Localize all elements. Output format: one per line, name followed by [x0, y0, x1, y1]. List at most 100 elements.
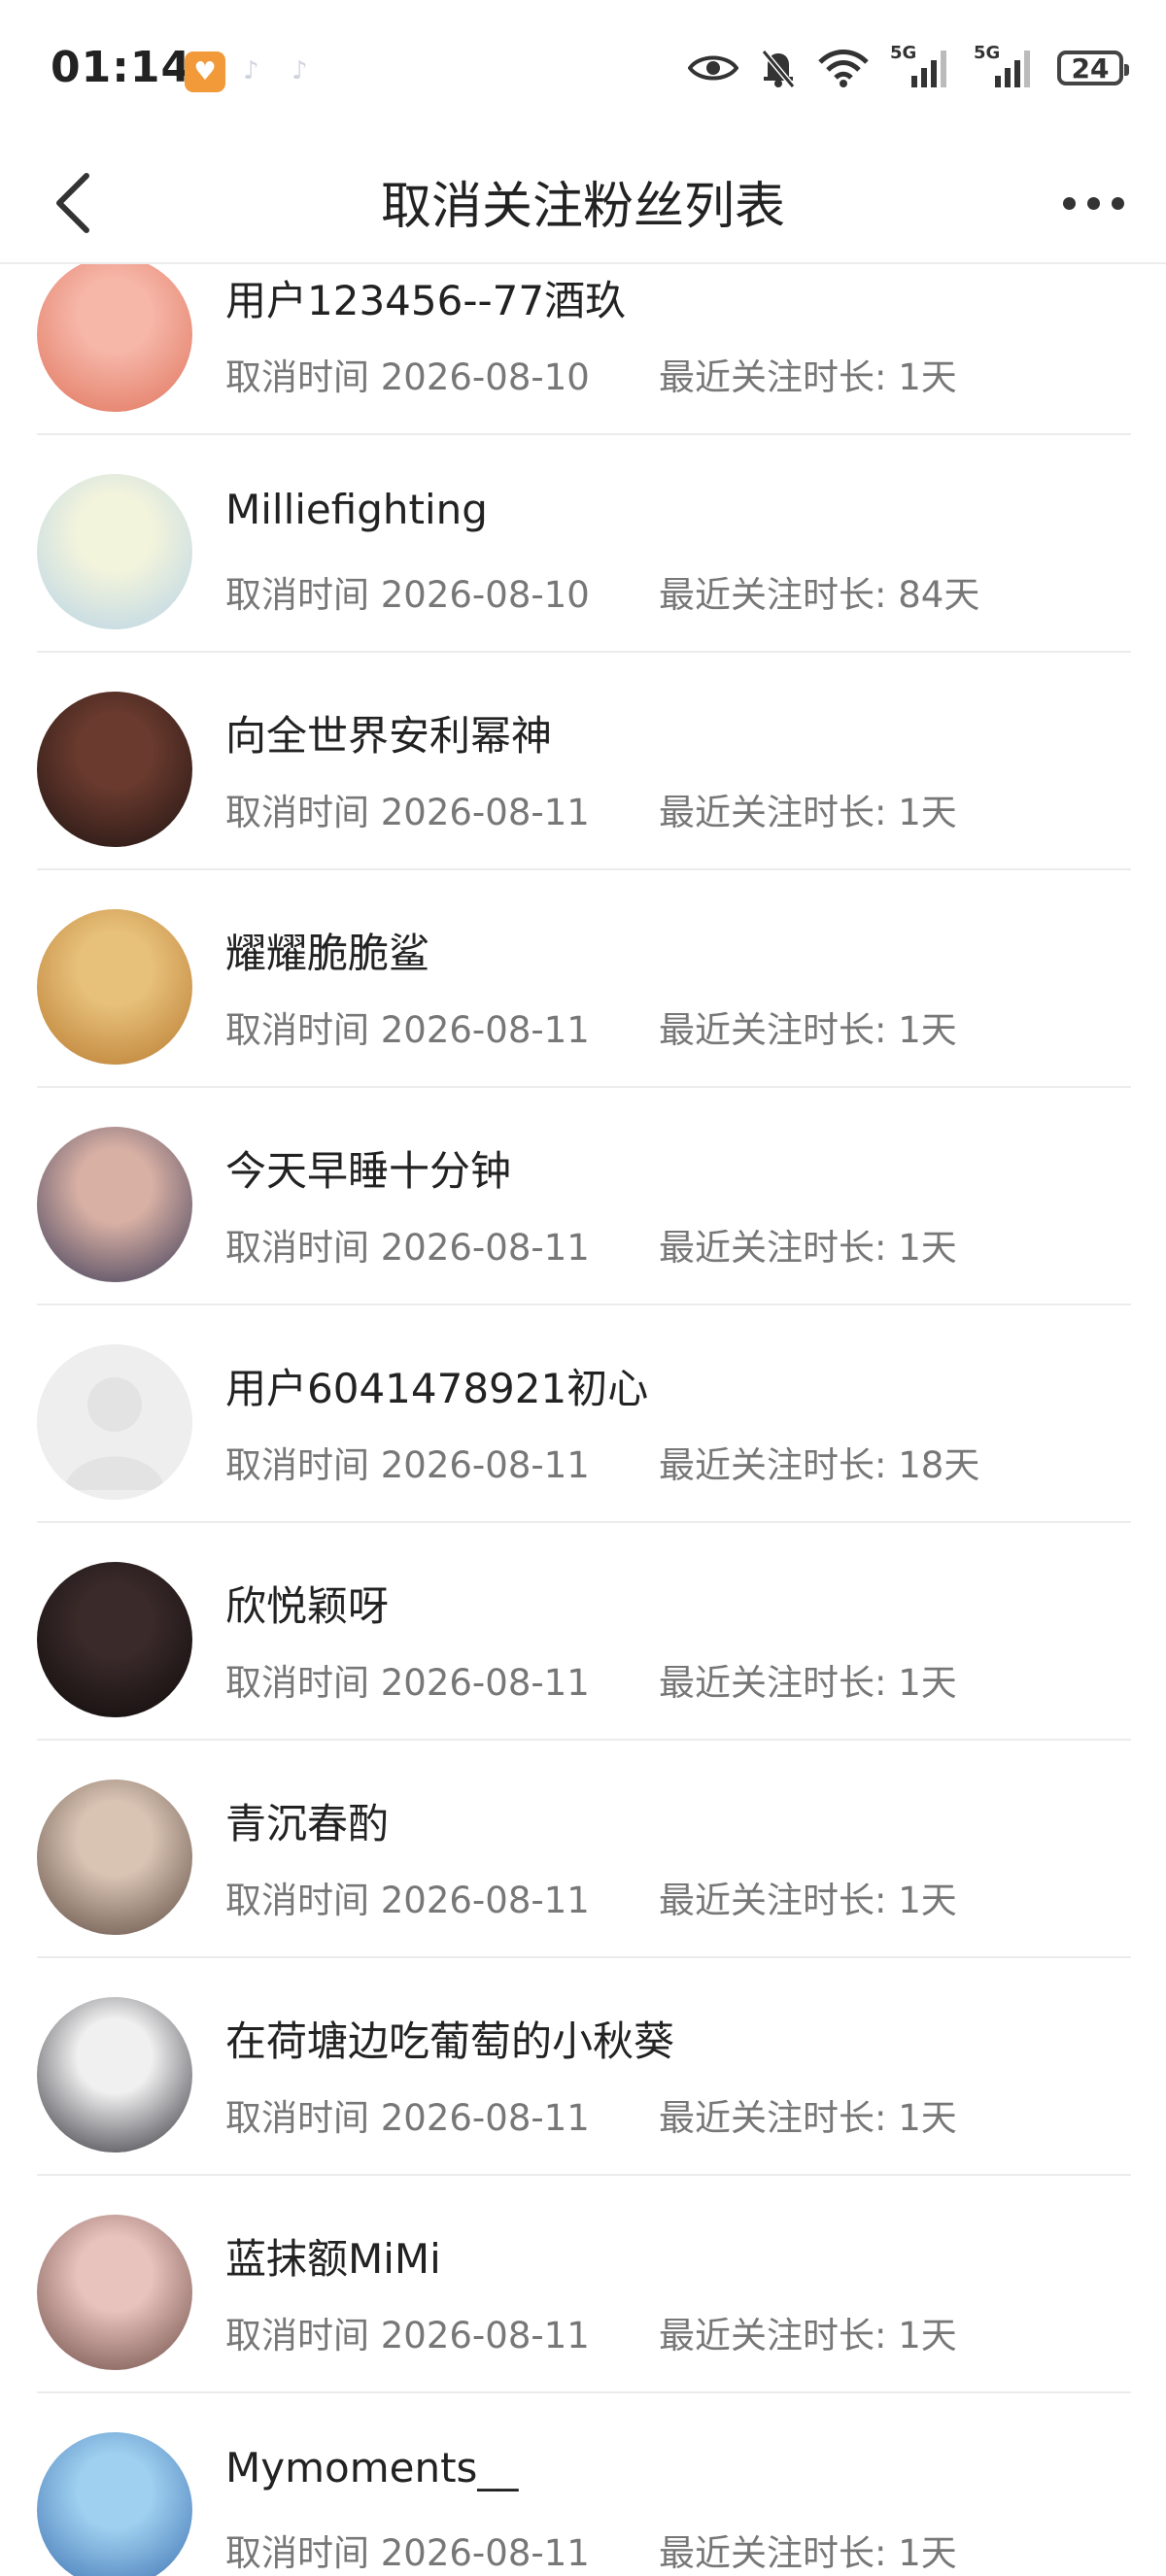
more-dot-icon	[1111, 196, 1124, 210]
cancel-time-label: 取消时间	[225, 2532, 369, 2574]
cancel-time-label: 取消时间	[225, 1009, 369, 1051]
follow-duration-label: 最近关注时长:	[659, 1880, 887, 1921]
list-item[interactable]: 用户123456--77酒玖取消时间 2026-08-10 最近关注时长: 1天	[0, 264, 1166, 435]
status-time: 01:14	[51, 43, 192, 92]
follow-duration-label: 最近关注时长:	[659, 792, 887, 833]
cancel-time-label: 取消时间	[225, 792, 369, 833]
follow-duration-value: 1天	[898, 1009, 957, 1051]
page-title: 取消关注粉丝列表	[380, 178, 785, 236]
eye-icon	[688, 55, 738, 81]
follow-duration-value: 1天	[898, 1880, 957, 1921]
user-name[interactable]: 用户6041478921初心	[225, 1356, 648, 1415]
list-item[interactable]: 向全世界安利幂神取消时间 2026-08-11 最近关注时长: 1天	[0, 653, 1166, 870]
item-meta: 取消时间 2026-08-11 最近关注时长: 1天	[225, 1653, 957, 1706]
avatar[interactable]	[37, 474, 192, 629]
item-meta: 取消时间 2026-08-11 最近关注时长: 1天	[225, 1000, 957, 1053]
follow-duration-value: 1天	[898, 1227, 957, 1269]
more-dot-icon	[1062, 196, 1076, 210]
cancel-date: 2026-08-11	[380, 1009, 590, 1051]
follow-duration: 最近关注时长: 1天	[659, 1218, 957, 1271]
user-name[interactable]: 在荷塘边吃葡萄的小秋葵	[225, 2009, 674, 2068]
follow-duration: 最近关注时长: 1天	[659, 348, 957, 400]
follow-duration-label: 最近关注时长:	[659, 1009, 887, 1051]
list-item[interactable]: 青沉春酌取消时间 2026-08-11 最近关注时长: 1天	[0, 1741, 1166, 1958]
follow-duration-label: 最近关注时长:	[659, 356, 887, 398]
follow-duration: 最近关注时长: 18天	[659, 1436, 979, 1488]
follow-duration: 最近关注时长: 1天	[659, 1871, 957, 1923]
follow-duration-label: 最近关注时长:	[659, 2532, 887, 2574]
cancel-date: 2026-08-10	[380, 574, 590, 616]
cancel-date: 2026-08-11	[380, 1880, 590, 1921]
follow-duration-value: 18天	[898, 1444, 980, 1486]
list-item[interactable]: Mymoments__ 取消时间 2026-08-11 最近关注时长: 1天	[0, 2393, 1166, 2576]
cancel-date: 2026-08-11	[380, 1662, 590, 1704]
item-meta: 取消时间 2026-08-11 最近关注时长: 1天	[225, 1218, 957, 1271]
cancel-date: 2026-08-11	[380, 1227, 590, 1269]
list-item[interactable]: 蓝抹额MiMi 取消时间 2026-08-11 最近关注时长: 1天	[0, 2176, 1166, 2393]
avatar[interactable]	[37, 1779, 192, 1935]
user-name[interactable]: 蓝抹额MiMi	[225, 2226, 441, 2286]
list-item[interactable]: 在荷塘边吃葡萄的小秋葵取消时间 2026-08-11 最近关注时长: 1天	[0, 1958, 1166, 2176]
user-name[interactable]: 今天早睡十分钟	[225, 1138, 511, 1198]
more-button[interactable]	[1049, 159, 1137, 247]
user-name[interactable]: Milliefighting	[225, 486, 488, 533]
signal-icon: 5G	[890, 43, 952, 89]
follow-duration: 最近关注时长: 1天	[659, 1653, 957, 1706]
follow-duration-label: 最近关注时长:	[659, 2097, 887, 2139]
follow-duration-label: 最近关注时长:	[659, 1227, 887, 1269]
item-meta: 取消时间 2026-08-10 最近关注时长: 1天	[225, 348, 957, 400]
avatar[interactable]	[37, 2215, 192, 2370]
cancel-time-label: 取消时间	[225, 1880, 369, 1921]
follow-duration-value: 1天	[898, 2532, 957, 2574]
avatar[interactable]	[37, 1127, 192, 1282]
avatar[interactable]	[37, 909, 192, 1065]
avatar[interactable]	[37, 1562, 192, 1717]
tiktok-notification-icon: ♪	[292, 56, 308, 85]
user-name[interactable]: 向全世界安利幂神	[225, 703, 552, 763]
cancel-date: 2026-08-11	[380, 2097, 590, 2139]
cancel-date: 2026-08-11	[380, 2315, 590, 2356]
user-name[interactable]: Mymoments__	[225, 2444, 518, 2491]
cancel-date: 2026-08-11	[380, 2532, 590, 2574]
list-item[interactable]: 欣悦颖呀取消时间 2026-08-11 最近关注时长: 1天	[0, 1523, 1166, 1741]
app-notification-icon: ♥	[185, 51, 225, 92]
follow-duration-value: 1天	[898, 356, 957, 398]
item-meta: 取消时间 2026-08-11 最近关注时长: 18天	[225, 1436, 979, 1488]
list-item[interactable]: 用户6041478921初心取消时间 2026-08-11 最近关注时长: 18天	[0, 1305, 1166, 1523]
cancel-time-label: 取消时间	[225, 2097, 369, 2139]
nav-header: 取消关注粉丝列表	[0, 146, 1166, 264]
cancel-time-label: 取消时间	[225, 356, 369, 398]
avatar[interactable]	[37, 1997, 192, 2152]
follow-duration-label: 最近关注时长:	[659, 1662, 887, 1704]
user-name[interactable]: 耀耀脆脆鲨	[225, 921, 429, 980]
follow-duration: 最近关注时长: 1天	[659, 1000, 957, 1053]
cancel-time-label: 取消时间	[225, 1444, 369, 1486]
avatar[interactable]	[37, 264, 192, 412]
follow-duration-value: 1天	[898, 2097, 957, 2139]
user-name[interactable]: 欣悦颖呀	[225, 1574, 389, 1633]
avatar[interactable]	[37, 692, 192, 847]
follow-duration-label: 最近关注时长:	[659, 1444, 887, 1486]
cancel-time-label: 取消时间	[225, 2315, 369, 2356]
follow-duration-value: 1天	[898, 792, 957, 833]
cancel-date: 2026-08-11	[380, 792, 590, 833]
mute-bell-icon	[761, 50, 796, 88]
cancel-date: 2026-08-11	[380, 1444, 590, 1486]
item-meta: 取消时间 2026-08-11 最近关注时长: 1天	[225, 783, 957, 835]
follow-duration-label: 最近关注时长:	[659, 2315, 887, 2356]
item-meta: 取消时间 2026-08-10 最近关注时长: 84天	[225, 565, 979, 618]
tiktok-notification-icon: ♪	[243, 56, 259, 85]
cancel-date: 2026-08-10	[380, 356, 590, 398]
user-name[interactable]: 青沉春酌	[225, 1791, 389, 1850]
list-item[interactable]: 今天早睡十分钟取消时间 2026-08-11 最近关注时长: 1天	[0, 1088, 1166, 1305]
list-item[interactable]: 耀耀脆脆鲨取消时间 2026-08-11 最近关注时长: 1天	[0, 870, 1166, 1088]
list-item[interactable]: Milliefighting 取消时间 2026-08-10 最近关注时长: 84天	[0, 435, 1166, 653]
user-name[interactable]: 用户123456--77酒玖	[225, 268, 626, 327]
unfollowed-fans-list[interactable]: 用户123456--77酒玖 取消时间 2026-08-10 最近关注时长: 1天 M…	[0, 264, 1166, 2576]
avatar[interactable]	[37, 1344, 192, 1500]
avatar[interactable]	[37, 2432, 192, 2576]
cancel-time-label: 取消时间	[225, 1227, 369, 1269]
status-bar: 01:14 ♥ ♪ ♪ 5G 5G 24	[0, 0, 1166, 146]
cancel-time-label: 取消时间	[225, 1662, 369, 1704]
follow-duration-value: 84天	[898, 574, 980, 616]
